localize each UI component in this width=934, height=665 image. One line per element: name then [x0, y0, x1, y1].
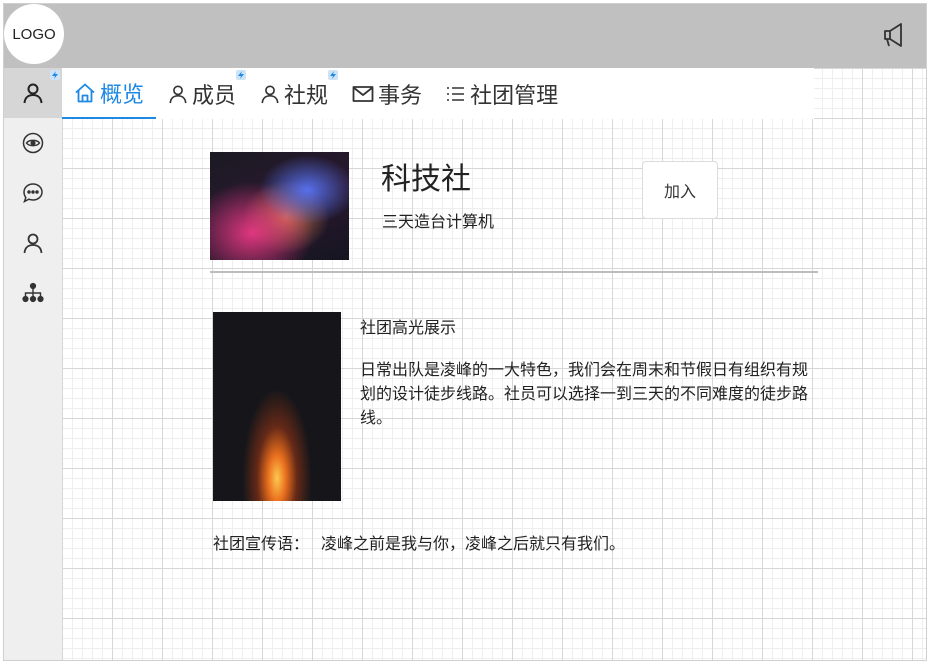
- join-button[interactable]: 加入: [642, 161, 718, 219]
- user-icon: [23, 233, 43, 254]
- user-icon: [23, 83, 43, 104]
- flash-badge-icon: [328, 70, 339, 80]
- club-tagline: 三天造台计算机: [382, 212, 495, 231]
- main-content: 概览 成员 社规 事务 社团管理 科技社 三天造台计算机 加入 社团高光展示 日…: [62, 68, 926, 660]
- sidebar: [4, 68, 62, 660]
- sidebar-item-profile[interactable]: [4, 68, 62, 118]
- announcement-button[interactable]: [880, 20, 910, 50]
- tab-label: 事务: [378, 83, 423, 109]
- tab-members[interactable]: 成员: [156, 68, 248, 119]
- divider: [210, 271, 818, 273]
- highlight-title: 社团高光展示: [360, 318, 457, 337]
- flash-badge-icon: [50, 70, 60, 80]
- highlight-image: [213, 312, 341, 501]
- tab-overview[interactable]: 概览: [62, 68, 157, 119]
- mail-icon: [352, 85, 374, 102]
- list-icon: [447, 86, 465, 101]
- tab-label: 社团管理: [470, 83, 559, 109]
- highlight-description: 日常出队是凌峰的一大特色，我们会在周末和节假日有组织有规划的设计徒步线路。社员可…: [360, 360, 809, 427]
- club-name: 科技社: [381, 162, 471, 197]
- club-slogan: 社团宣传语： 凌峰之前是我与你，凌峰之后就只有我们。: [213, 530, 625, 554]
- sidebar-item-chat[interactable]: [4, 168, 62, 218]
- home-icon: [75, 83, 95, 102]
- app-window: LOGO 概览 成员 社规 事务 社团管理 科技社 三天造台计算机 加入 社团高…: [3, 3, 927, 661]
- tab-label: 社规: [284, 83, 329, 109]
- tab-label: 成员: [192, 83, 237, 109]
- org-tree-icon: [22, 282, 44, 303]
- chat-icon: [23, 183, 43, 204]
- top-bar: LOGO: [4, 4, 926, 68]
- tab-rules[interactable]: 社规: [248, 68, 340, 119]
- sidebar-item-organization[interactable]: [4, 268, 62, 318]
- user-icon: [169, 84, 187, 103]
- tab-label: 概览: [100, 82, 145, 108]
- flash-badge-icon: [236, 70, 247, 80]
- megaphone-icon: [884, 23, 902, 47]
- club-cover-image: [210, 152, 349, 260]
- sidebar-item-user[interactable]: [4, 218, 62, 268]
- tab-affairs[interactable]: 事务: [340, 68, 434, 119]
- user-icon: [261, 84, 279, 103]
- sidebar-item-view[interactable]: [4, 118, 62, 168]
- tab-bar: 概览 成员 社规 事务 社团管理: [62, 68, 814, 119]
- slogan-text: 凌峰之前是我与你，凌峰之后就只有我们。: [321, 534, 626, 553]
- logo[interactable]: LOGO: [4, 4, 64, 64]
- eye-icon: [22, 132, 44, 154]
- tab-club-management[interactable]: 社团管理: [434, 68, 570, 119]
- slogan-label: 社团宣传语：: [213, 534, 310, 553]
